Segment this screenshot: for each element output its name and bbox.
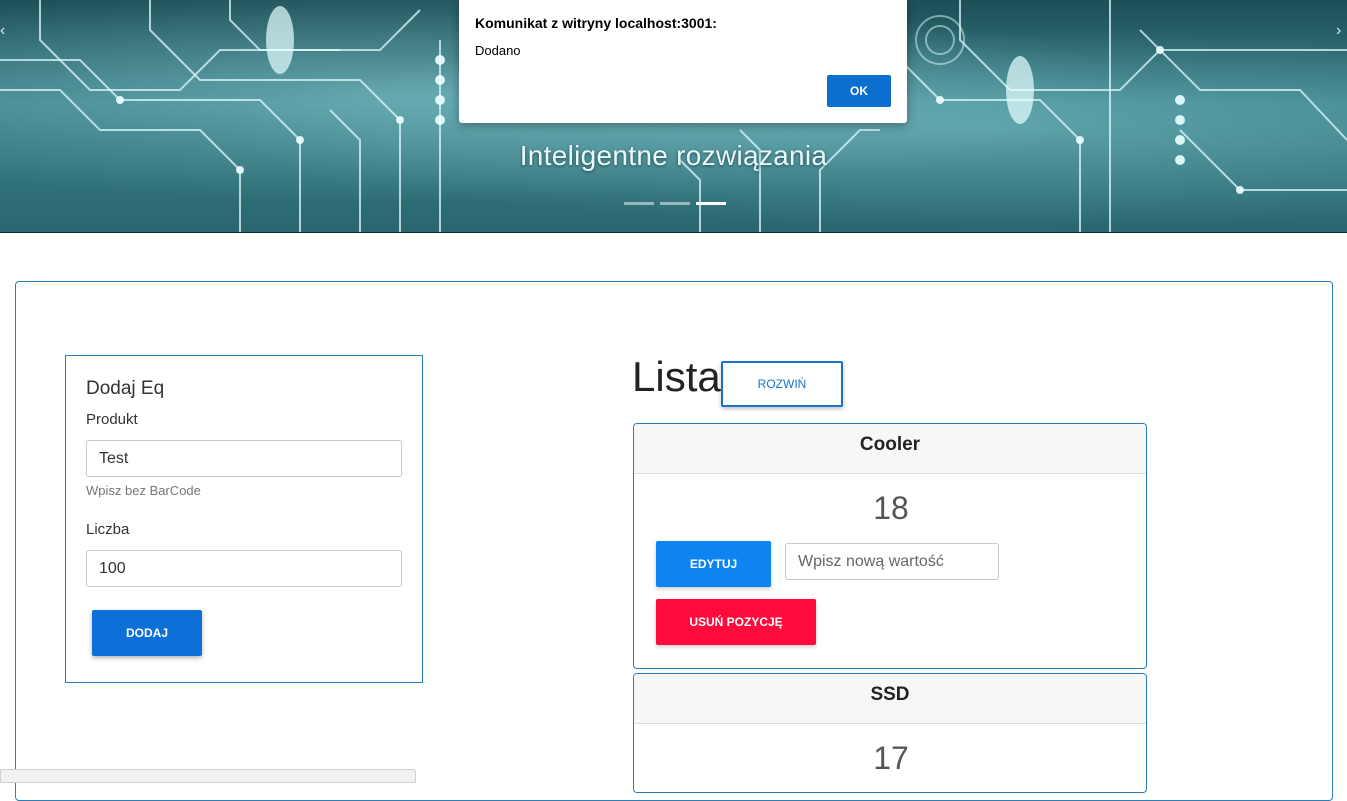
alert-dialog: Komunikat z witryny localhost:3001: Doda… <box>459 0 907 123</box>
product-input[interactable] <box>86 440 402 477</box>
item-value: 18 <box>873 490 909 526</box>
product-hint: Wpisz bez BarCode <box>86 483 201 498</box>
add-equipment-form: Dodaj Eq Produkt Wpisz bez BarCode Liczb… <box>65 355 423 683</box>
expand-button[interactable]: ROZWIŃ <box>721 361 843 407</box>
item-name: Cooler <box>634 424 1146 474</box>
list-item: Cooler 18 EDYTUJ USUŃ POZYCJĘ <box>633 423 1147 669</box>
alert-message: Dodano <box>475 43 521 58</box>
alert-ok-button[interactable]: OK <box>827 75 891 107</box>
count-input[interactable] <box>86 550 402 587</box>
browser-status-bar <box>0 769 416 783</box>
carousel-indicator[interactable] <box>624 202 654 205</box>
alert-title: Komunikat z witryny localhost:3001: <box>475 15 717 31</box>
item-value: 17 <box>873 740 909 776</box>
carousel-indicator[interactable] <box>660 202 690 205</box>
form-title: Dodaj Eq <box>86 378 165 399</box>
product-label: Produkt <box>86 411 138 428</box>
list-title: Lista <box>632 353 721 400</box>
carousel-caption: Inteligentne rozwiązania <box>519 140 828 171</box>
edit-button[interactable]: EDYTUJ <box>656 541 771 587</box>
count-label: Liczba <box>86 521 130 538</box>
carousel-indicators <box>624 202 726 205</box>
carousel-prev-icon[interactable]: ‹ <box>0 22 5 40</box>
new-value-input[interactable] <box>785 543 999 580</box>
carousel-next-icon[interactable]: › <box>1336 22 1341 40</box>
delete-item-button[interactable]: USUŃ POZYCJĘ <box>656 599 816 645</box>
item-name: SSD <box>634 674 1146 724</box>
list-item: SSD 17 <box>633 673 1147 793</box>
add-button[interactable]: DODAJ <box>92 610 202 656</box>
carousel-indicator-active[interactable] <box>696 202 726 205</box>
